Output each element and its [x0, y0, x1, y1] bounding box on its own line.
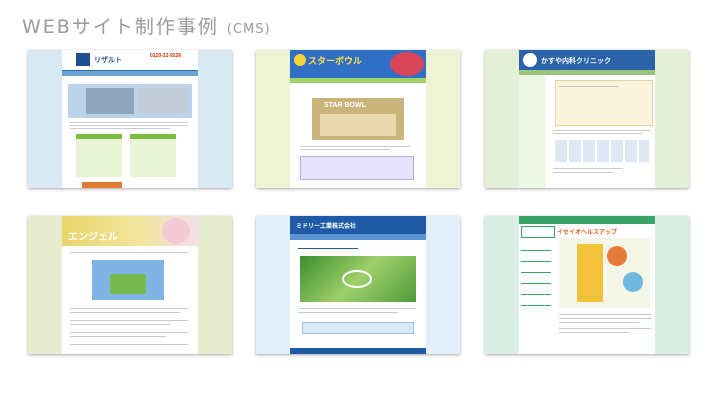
page-title-sub: (CMS) [226, 22, 271, 37]
thumbnail-logo: イセイオヘルスアップ [557, 230, 618, 236]
portfolio-thumbnail-starbowl[interactable]: スターボウル STAR BOWL [256, 50, 460, 188]
schedule-table [555, 140, 649, 162]
flower-illustration [162, 218, 190, 244]
thumbnail-logo: かすや内科クリニック [541, 58, 611, 65]
thumbnail-page: スターボウル STAR BOWL [290, 50, 426, 188]
thumbnail-logo: スターボウル [308, 56, 363, 66]
portfolio-thumbnail-kougyo[interactable]: ミドリー工業株式会社 [256, 216, 460, 354]
character-illustration [577, 244, 603, 302]
thumbnail-page: かすや内科クリニック [519, 50, 655, 188]
cherry-illustration [390, 52, 424, 76]
portfolio-thumbnail-clinic[interactable]: かすや内科クリニック [485, 50, 689, 188]
clinic-logo-icon [523, 53, 537, 67]
page-title: WEBサイト制作事例 (CMS) [22, 12, 271, 39]
thumbnail-logo: ミドリー工業株式会社 [296, 224, 357, 230]
thumbnail-page: ミドリー工業株式会社 [290, 216, 426, 354]
portfolio-thumbnail-angel[interactable]: エンジェル [28, 216, 232, 354]
page-title-main: WEBサイト制作事例 [22, 16, 219, 38]
portfolio-thumbnail-result[interactable]: リザルト 0120-22-9226 [28, 50, 232, 188]
portfolio-thumbnail-healthup[interactable]: イセイオヘルスアップ [485, 216, 689, 354]
logo-icon [76, 53, 90, 66]
star-icon [294, 54, 306, 66]
thumbnail-page: リザルト 0120-22-9226 [62, 50, 198, 188]
thumbnail-page: イセイオヘルスアップ [519, 216, 655, 354]
thumbnail-banner: STAR BOWL [324, 102, 366, 109]
thumbnail-phone: 0120-22-9226 [150, 53, 182, 59]
thumbnail-logo: リザルト [94, 57, 122, 64]
side-menu [521, 240, 551, 314]
thumbnail-logo: エンジェル [68, 232, 118, 243]
thumbnail-page: エンジェル [62, 216, 198, 354]
